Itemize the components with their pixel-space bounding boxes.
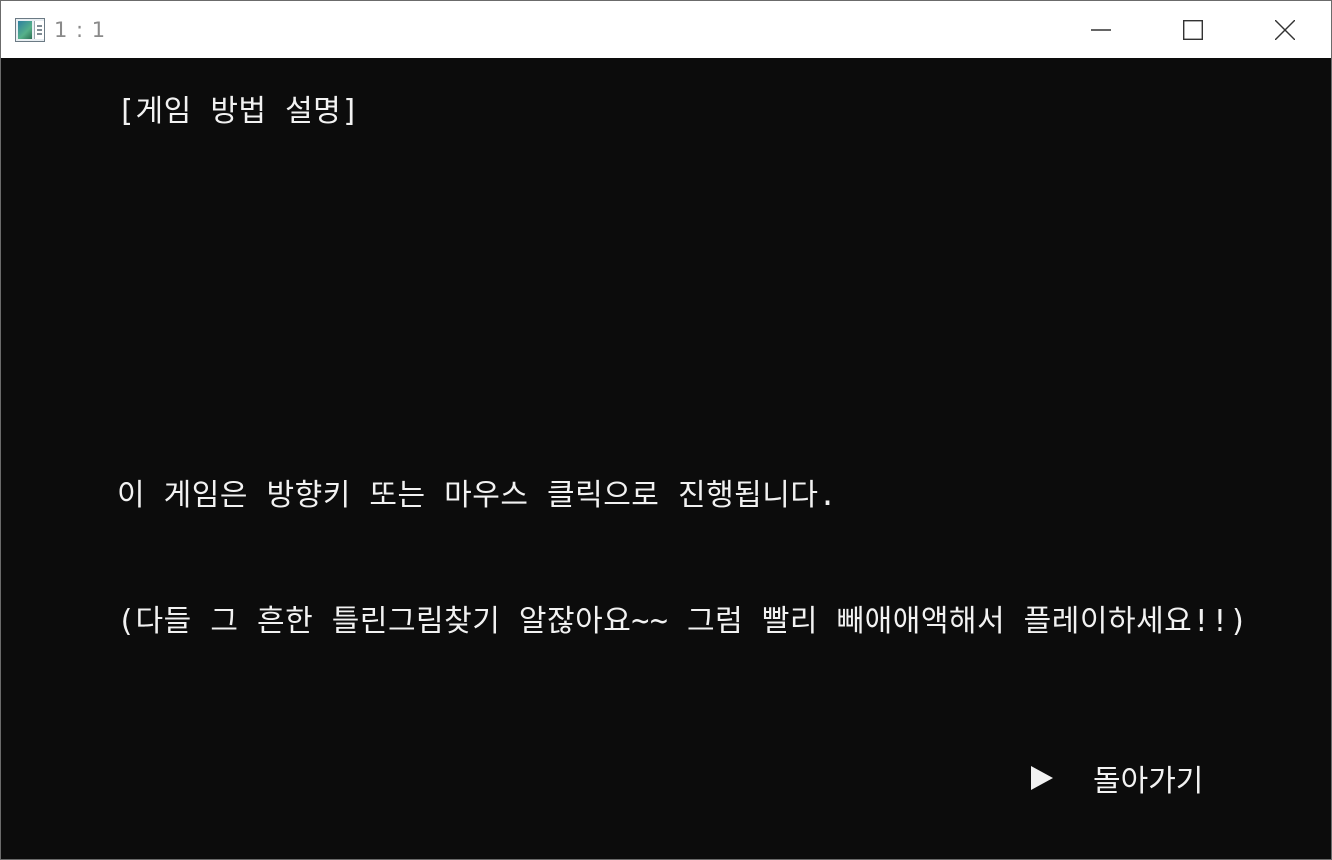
play-triangle-icon — [1031, 766, 1053, 790]
instructions-heading: [게임 방법 설명] — [117, 94, 360, 129]
close-button[interactable] — [1239, 1, 1331, 58]
instruction-text: 이 게임은 방향키 또는 마우스 클릭으로 진행됩니다. — [117, 478, 838, 513]
back-menu-option[interactable]: 돌아가기 — [1031, 756, 1203, 800]
back-label: 돌아가기 — [1093, 764, 1204, 799]
maximize-icon — [1183, 19, 1203, 40]
close-icon — [1275, 19, 1295, 40]
minimize-button[interactable] — [1055, 1, 1147, 58]
minimize-icon — [1091, 20, 1111, 40]
console-output: [게임 방법 설명] 이 게임은 방향키 또는 마우스 클릭으로 진행됩니다. … — [1, 58, 1331, 859]
console-window: 1 : 1 [게임 방법 설명] 이 게임은 방향키 또는 마우스 클릭으로 진… — [0, 0, 1332, 860]
console-app-icon — [15, 18, 45, 42]
title-bar[interactable]: 1 : 1 — [1, 1, 1331, 58]
maximize-button[interactable] — [1147, 1, 1239, 58]
window-title: 1 : 1 — [54, 18, 107, 42]
note-text: (다들 그 흔한 틀린그림찾기 알잖아요~~ 그럼 빨리 빼애애액해서 플레이하… — [117, 604, 1248, 639]
